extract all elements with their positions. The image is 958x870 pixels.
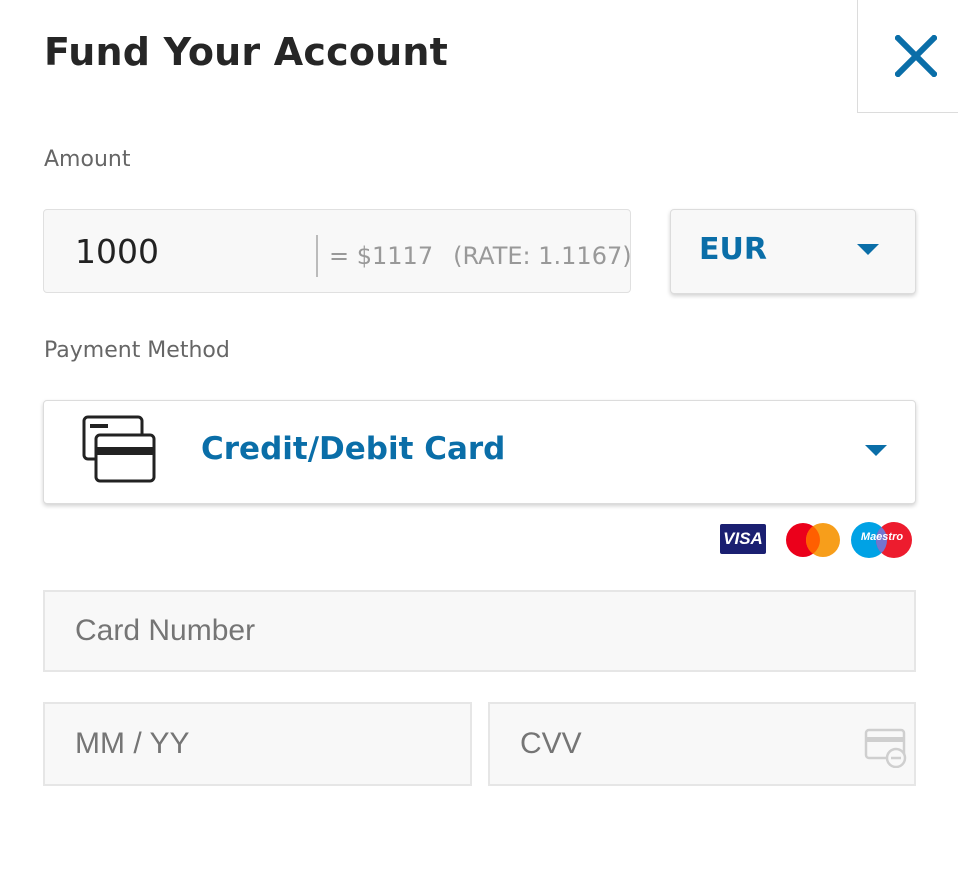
maestro-logo: Maestro: [850, 521, 914, 564]
maestro-text: Maestro: [860, 531, 904, 543]
cvv-field[interactable]: CVV: [488, 702, 916, 786]
converted-amount: = $1117: [329, 242, 434, 270]
amount-input[interactable]: 1000 = $1117 (RATE: 1.1167): [43, 209, 632, 293]
close-icon[interactable]: [895, 35, 937, 77]
chevron-down-icon: [857, 244, 879, 255]
currency-value: EUR: [699, 232, 767, 267]
card-brand-logos: VISA Maestro: [718, 520, 914, 560]
chevron-down-icon: [865, 445, 887, 456]
currency-select[interactable]: EUR: [670, 209, 916, 294]
expiry-placeholder: MM / YY: [75, 727, 190, 760]
conversion-text: = $1117 (RATE: 1.1167): [329, 242, 632, 270]
payment-method-label: Payment Method: [44, 338, 230, 363]
cvv-placeholder: CVV: [520, 727, 582, 760]
amount-value[interactable]: 1000: [75, 232, 159, 271]
card-number-placeholder: Card Number: [75, 614, 256, 647]
close-button[interactable]: [857, 0, 958, 113]
visa-logo: VISA: [720, 524, 766, 554]
card-number-field[interactable]: Card Number: [43, 590, 916, 672]
cvv-card-icon: [864, 728, 907, 768]
amount-label: Amount: [44, 147, 131, 172]
exchange-rate: (RATE: 1.1167): [453, 242, 632, 270]
payment-method-select[interactable]: Credit/Debit Card: [43, 400, 916, 504]
payment-method-value: Credit/Debit Card: [201, 431, 506, 467]
credit-cards-icon: [82, 415, 156, 483]
page-title: Fund Your Account: [44, 30, 448, 74]
amount-divider: [316, 235, 318, 277]
mastercard-logo: [786, 523, 840, 557]
expiry-field[interactable]: MM / YY: [43, 702, 472, 786]
